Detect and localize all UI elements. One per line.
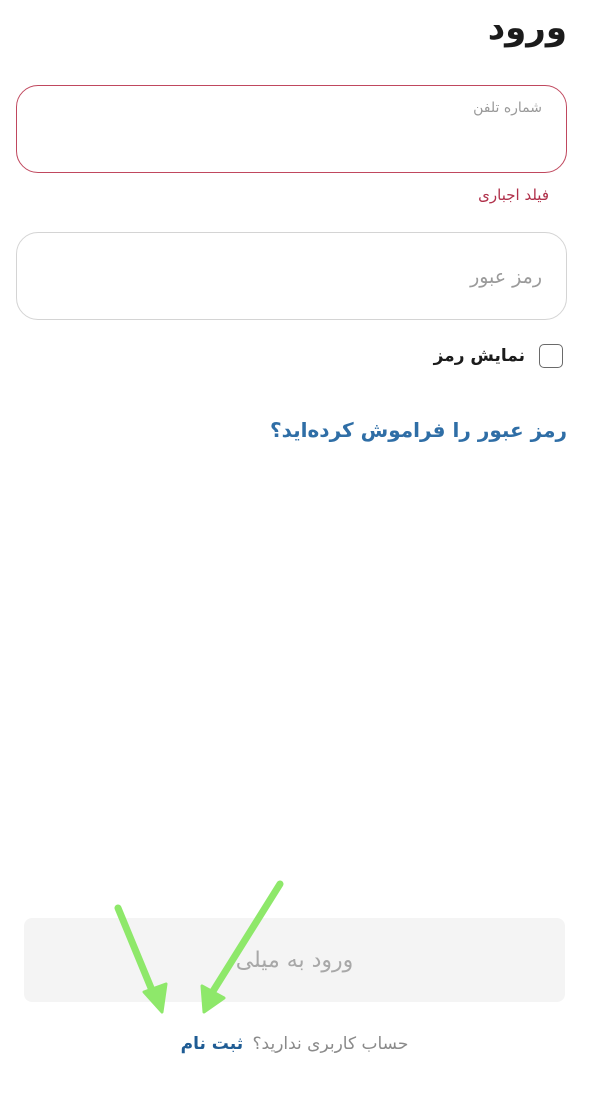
- phone-error-message: فیلد اجباری: [478, 186, 549, 204]
- forgot-password-link[interactable]: رمز عبور را فراموش کرده‌اید؟: [270, 418, 567, 442]
- phone-field-label: شماره تلفن: [473, 100, 542, 116]
- login-button[interactable]: ورود به میلی: [24, 918, 565, 1002]
- show-password-row[interactable]: نمایش رمز: [434, 344, 563, 368]
- show-password-checkbox[interactable]: [539, 344, 563, 368]
- page-title: ورود: [487, 8, 567, 48]
- signup-row: حساب کاربری ندارید؟ ثبت نام: [0, 1034, 589, 1054]
- signup-prompt: حساب کاربری ندارید؟: [252, 1034, 409, 1054]
- signup-link[interactable]: ثبت نام: [181, 1034, 243, 1054]
- password-field[interactable]: [16, 232, 567, 320]
- show-password-label: نمایش رمز: [433, 346, 525, 366]
- phone-input[interactable]: [37, 124, 546, 160]
- password-input[interactable]: [37, 257, 542, 297]
- phone-field[interactable]: شماره تلفن: [16, 85, 567, 173]
